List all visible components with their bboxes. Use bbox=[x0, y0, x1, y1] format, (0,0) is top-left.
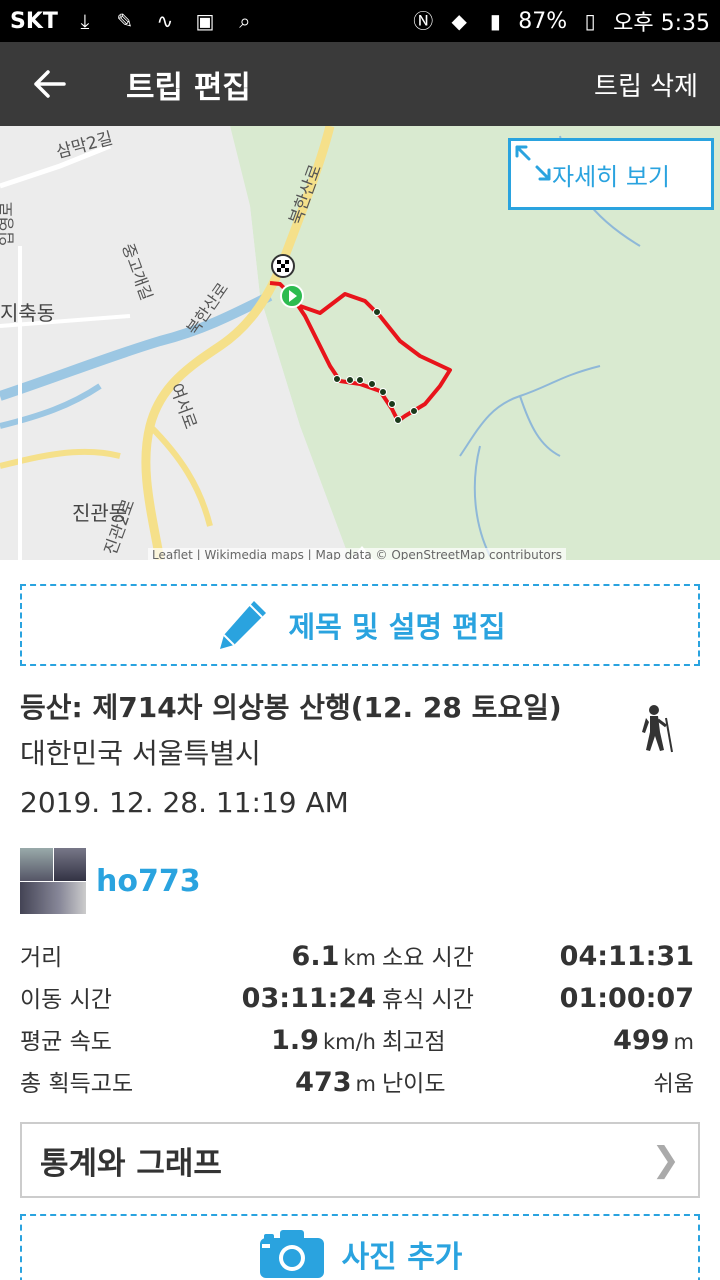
view-detail-label: 자세히 보기 bbox=[551, 162, 671, 191]
back-arrow-icon bbox=[34, 70, 66, 98]
difficulty-label: 난이도 bbox=[382, 1071, 446, 1097]
avatar[interactable] bbox=[20, 848, 86, 914]
difficulty-value: 쉬움 bbox=[653, 1072, 694, 1097]
add-photo-button[interactable]: 사진 추가 bbox=[20, 1214, 700, 1280]
carrier-label: SKT bbox=[10, 8, 58, 34]
map-attribution[interactable]: Leaflet | Wikimedia maps | Map data © Op… bbox=[148, 548, 566, 560]
trip-map[interactable]: 삼막2길 북한산로 지축동 진관동 여서로 진관2로 중고개길 북한산로 입영로… bbox=[0, 126, 720, 560]
activity-icon: ∿ bbox=[156, 9, 174, 33]
nfc-icon: Ⓝ bbox=[413, 9, 434, 33]
app-notification-icon: ✎ bbox=[116, 9, 134, 33]
download-icon: ⤓ bbox=[80, 9, 90, 33]
stat-row: 총 획득고도 473 m 난이도 쉬움 bbox=[20, 1064, 700, 1106]
stats-graph-button[interactable]: 통계와 그래프 ❯ bbox=[20, 1122, 700, 1198]
distance-label: 거리 bbox=[20, 945, 63, 971]
add-photo-label: 사진 추가 bbox=[341, 1240, 463, 1275]
elevation-gain-value-cell: 473 m bbox=[200, 1067, 376, 1098]
stat-row: 이동 시간 03:11:24 휴식 시간 01:00:07 bbox=[20, 980, 700, 1022]
battery-plus-icon: ▣ bbox=[195, 9, 215, 33]
user-row[interactable]: ho773 bbox=[20, 848, 201, 914]
trip-datetime: 2019. 12. 28. 11:19 AM bbox=[20, 786, 349, 819]
duration-label: 소요 시간 bbox=[382, 945, 474, 971]
wifi-icon: ◆ bbox=[451, 9, 467, 33]
avg-speed-label: 평균 속도 bbox=[20, 1029, 112, 1055]
status-bar: SKT ⤓ ✎ ∿ ▣ ⌕ Ⓝ ◆ ▮ 87% ▯ 오후 5:35 bbox=[0, 0, 720, 42]
moving-time-label: 이동 시간 bbox=[20, 987, 112, 1013]
duration-value: 04:11:31 bbox=[559, 941, 694, 972]
edit-title-description-button[interactable]: 제목 및 설명 편집 bbox=[20, 584, 700, 666]
delete-trip-button[interactable]: 트립 삭제 bbox=[594, 66, 698, 103]
battery-icon: ▯ bbox=[584, 9, 596, 33]
elevation-gain-value: 473 bbox=[295, 1067, 352, 1098]
signal-icon: ▮ bbox=[489, 9, 501, 33]
clock-label: 오후 5:35 bbox=[613, 11, 710, 36]
page-title: 트립 편집 bbox=[126, 69, 251, 106]
search-status-icon: ⌕ bbox=[239, 9, 251, 33]
stat-row: 평균 속도 1.9 km/h 최고점 499 m bbox=[20, 1022, 700, 1064]
max-altitude-unit: m bbox=[673, 1030, 694, 1054]
trip-location: 대한민국 서울특별시 bbox=[20, 737, 261, 770]
avg-speed-unit: km/h bbox=[322, 1030, 376, 1054]
trip-stats: 거리 6.1 km 소요 시간 04:11:31 이동 시간 03:11:24 휴… bbox=[20, 938, 700, 1106]
pencil-icon bbox=[220, 601, 267, 649]
rest-time-label: 휴식 시간 bbox=[382, 987, 474, 1013]
chevron-right-icon: ❯ bbox=[651, 1140, 681, 1180]
distance-value-cell: 6.1 km bbox=[200, 941, 376, 972]
expand-icon bbox=[515, 145, 551, 181]
map-label-ipeo: 입영로 bbox=[0, 202, 16, 246]
max-altitude-label: 최고점 bbox=[382, 1029, 446, 1055]
rest-time-value: 01:00:07 bbox=[559, 983, 694, 1014]
app-bar: 트립 편집 트립 삭제 bbox=[0, 42, 720, 126]
username[interactable]: ho773 bbox=[96, 864, 201, 899]
elevation-gain-unit: m bbox=[355, 1072, 376, 1096]
avg-speed-value-cell: 1.9 km/h bbox=[200, 1025, 376, 1056]
moving-time-value: 03:11:24 bbox=[241, 983, 376, 1014]
map-label-jichuk: 지축동 bbox=[0, 301, 55, 325]
max-altitude-value: 499 bbox=[613, 1025, 670, 1056]
stat-row: 거리 6.1 km 소요 시간 04:11:31 bbox=[20, 938, 700, 980]
edit-title-description-label: 제목 및 설명 편집 bbox=[288, 610, 506, 644]
distance-value: 6.1 bbox=[291, 941, 340, 972]
stats-graph-label: 통계와 그래프 bbox=[40, 1145, 222, 1182]
battery-label: 87% bbox=[518, 8, 568, 34]
max-altitude-value-cell: 499 m bbox=[502, 1025, 700, 1056]
hiker-icon bbox=[636, 704, 676, 758]
elevation-gain-label: 총 획득고도 bbox=[20, 1071, 134, 1097]
view-detail-button[interactable]: 자세히 보기 bbox=[508, 138, 714, 210]
camera-icon bbox=[259, 1230, 324, 1278]
distance-unit: km bbox=[343, 946, 376, 970]
avg-speed-value: 1.9 bbox=[271, 1025, 319, 1056]
back-button[interactable] bbox=[0, 42, 100, 126]
trip-title: 등산: 제714차 의상봉 산행(12. 28 토요일) bbox=[20, 691, 562, 724]
